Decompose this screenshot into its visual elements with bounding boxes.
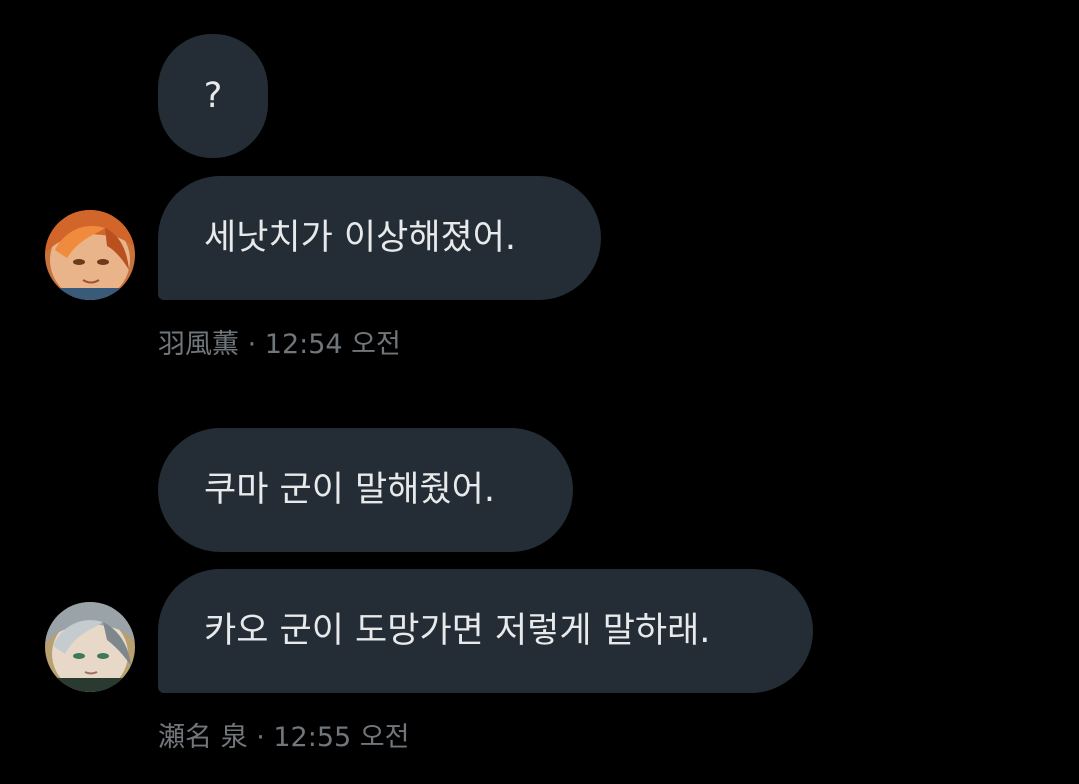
message-meta: 瀬名 泉 · 12:55 오전 xyxy=(158,715,409,754)
meta-separator: · xyxy=(247,329,257,360)
sender-name[interactable]: 瀬名 泉 xyxy=(158,722,248,753)
message-meta: 羽風薫 · 12:54 오전 xyxy=(158,322,401,361)
orange-haired-character-avatar-icon xyxy=(45,210,135,300)
meta-separator: · xyxy=(256,722,265,753)
message-bubble[interactable]: 세낫치가 이상해졌어. xyxy=(158,176,601,300)
message-text: 쿠마 군이 말해줬어. xyxy=(204,470,495,510)
message-bubble[interactable]: 카오 군이 도망가면 저렇게 말하래. xyxy=(158,569,813,693)
message-timestamp[interactable]: 12:54 오전 xyxy=(265,329,401,360)
sender-name[interactable]: 羽風薫 xyxy=(158,329,239,360)
sender-avatar[interactable] xyxy=(45,602,135,692)
message-text: 세낫치가 이상해졌어. xyxy=(204,218,517,258)
sender-avatar[interactable] xyxy=(45,210,135,300)
message-bubble[interactable]: ? xyxy=(158,34,268,158)
silver-haired-character-avatar-icon xyxy=(45,602,135,692)
message-timestamp[interactable]: 12:55 오전 xyxy=(273,722,409,753)
message-text: 카오 군이 도망가면 저렇게 말하래. xyxy=(204,611,711,651)
message-bubble[interactable]: 쿠마 군이 말해줬어. xyxy=(158,428,573,552)
message-text: ? xyxy=(203,76,223,116)
